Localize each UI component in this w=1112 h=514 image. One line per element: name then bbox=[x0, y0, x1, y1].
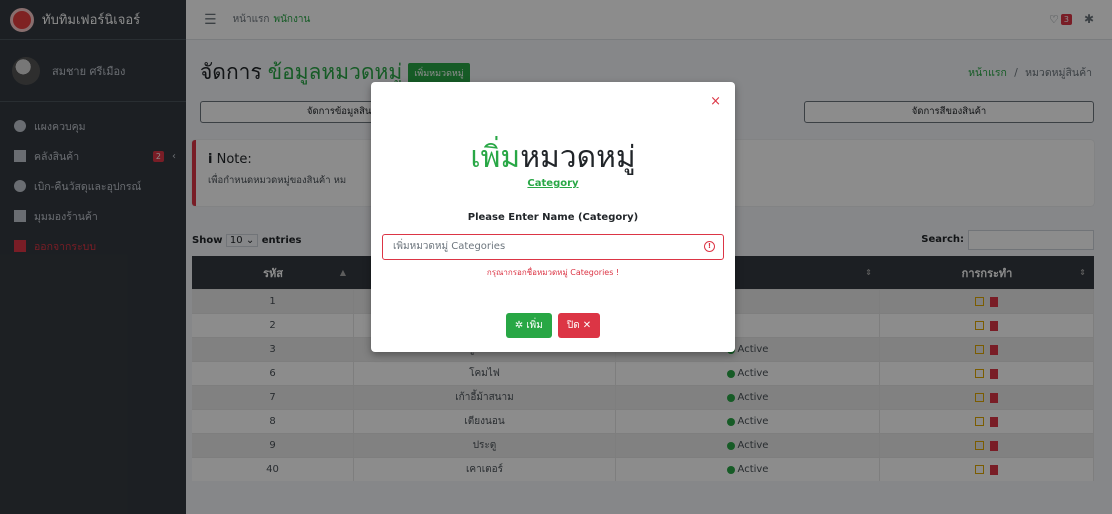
gear-icon: ✲ bbox=[514, 320, 524, 331]
submit-add-label: เพิ่ม bbox=[526, 320, 543, 331]
modal-title: เพิ่มหมวดหมู่ bbox=[371, 134, 735, 181]
modal-title-accent: เพิ่ม bbox=[470, 140, 521, 175]
input-placeholder: เพิ่มหมวดหมู่ Categories bbox=[393, 241, 506, 252]
submit-add-button[interactable]: ✲ เพิ่ม bbox=[505, 313, 552, 338]
modal-close-button[interactable]: ปิด ✕ bbox=[557, 313, 601, 338]
modal-actions: ✲ เพิ่ม ปิด ✕ bbox=[371, 313, 735, 338]
modal-input-label: Please Enter Name (Category) bbox=[467, 212, 639, 223]
error-icon: ! bbox=[704, 241, 715, 252]
category-name-input[interactable]: เพิ่มหมวดหมู่ Categories ! bbox=[382, 234, 724, 260]
close-icon[interactable]: × bbox=[710, 94, 721, 109]
modal-close-label: ปิด bbox=[566, 320, 580, 331]
x-icon: ✕ bbox=[582, 320, 592, 331]
add-category-modal: × เพิ่มหมวดหมู่ Category Please Enter Na… bbox=[371, 82, 735, 352]
validation-error: กรุณากรอกชื่อหมวดหมู่ Categories ! bbox=[486, 268, 620, 277]
modal-subtitle: Category bbox=[527, 178, 579, 189]
modal-title-rest: หมวดหมู่ bbox=[520, 140, 636, 175]
